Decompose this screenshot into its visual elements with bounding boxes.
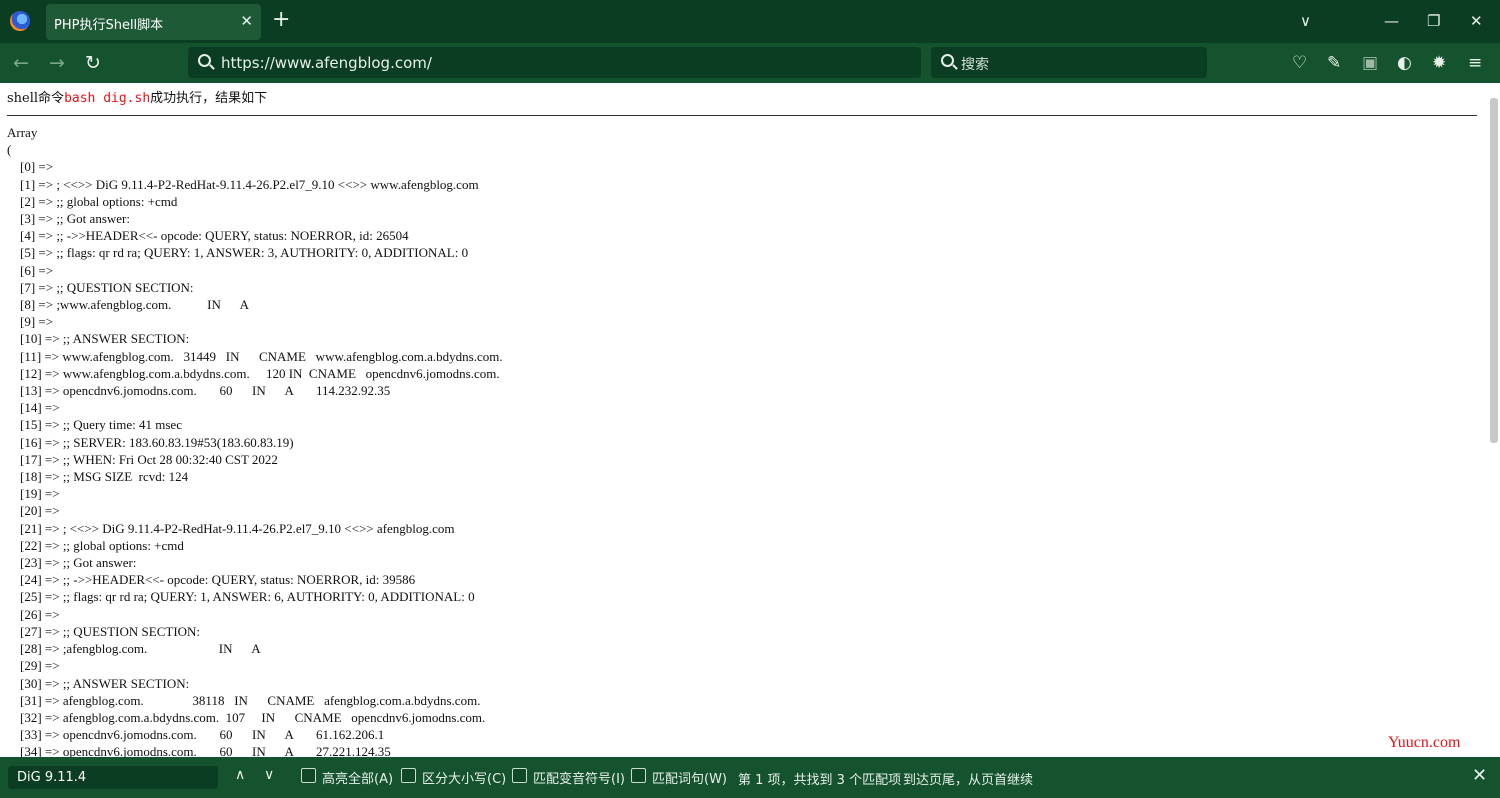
restore-button[interactable]: ❐	[1427, 12, 1440, 30]
find-next-icon[interactable]: ∨	[264, 767, 274, 783]
account-icon[interactable]: ◐	[1397, 53, 1412, 73]
watermark: Yuucn.com	[1388, 734, 1460, 752]
headline-prefix: shell命令	[7, 91, 64, 106]
find-bar: DiG 9.11.4 ∧ ∨ 高亮全部(A) 区分大小写(C) 匹配变音符号(I…	[0, 757, 1500, 798]
highlight-all-checkbox[interactable]	[301, 768, 316, 783]
find-input[interactable]: DiG 9.11.4	[8, 766, 218, 789]
whole-words-checkbox[interactable]	[631, 768, 646, 783]
tab-strip: PHP执行Shell脚本 ✕ + ∨ — ❐ ✕	[0, 0, 1500, 43]
vertical-scrollbar[interactable]	[1490, 98, 1498, 443]
match-diacritics-label[interactable]: 匹配变音符号(I)	[533, 768, 625, 787]
divider	[7, 115, 1477, 116]
tabs-list-icon[interactable]: ∨	[1300, 12, 1311, 30]
extension-icon[interactable]: ▣	[1362, 53, 1378, 73]
search-icon	[198, 54, 211, 67]
menu-icon[interactable]: ≡	[1468, 53, 1482, 73]
tab-active[interactable]: PHP执行Shell脚本 ✕	[46, 4, 261, 40]
reload-icon[interactable]: ↻	[85, 52, 101, 74]
search-input[interactable]: 搜索	[931, 47, 1207, 78]
shell-output: Array ( [0] => [1] => ; <<>> DiG 9.11.4-…	[7, 124, 1477, 761]
search-placeholder: 搜索	[961, 54, 989, 74]
find-query[interactable]: DiG 9.11.4	[17, 770, 86, 785]
url-text[interactable]: https://www.afengblog.com/	[221, 54, 432, 72]
wrench-icon[interactable]: ✎	[1327, 53, 1341, 73]
whole-words-label[interactable]: 匹配词句(W)	[652, 768, 727, 787]
new-tab-button[interactable]: +	[272, 8, 290, 32]
navigation-toolbar: ← → ↻ https://www.afengblog.com/ 搜索 ♡ ✎ …	[0, 43, 1500, 83]
settings-icon[interactable]: ✹	[1432, 53, 1446, 73]
find-wrap-notice: 到达页尾，从页首继续	[903, 769, 1033, 788]
close-window-button[interactable]: ✕	[1470, 12, 1483, 30]
firefox-logo-icon	[10, 11, 30, 31]
highlight-all-label[interactable]: 高亮全部(A)	[322, 768, 393, 787]
match-case-checkbox[interactable]	[401, 768, 416, 783]
back-icon[interactable]: ←	[13, 52, 29, 74]
find-status: 第 1 项，共找到 3 个匹配项	[738, 769, 901, 788]
tab-title: PHP执行Shell脚本	[54, 14, 163, 33]
forward-icon[interactable]: →	[49, 52, 65, 74]
match-diacritics-checkbox[interactable]	[512, 768, 527, 783]
page-body: shell命令bash dig.sh成功执行，结果如下 Array ( [0] …	[7, 90, 1477, 761]
tab-close-icon[interactable]: ✕	[240, 12, 253, 30]
page-headline: shell命令bash dig.sh成功执行，结果如下	[7, 90, 1477, 107]
page-content: shell命令bash dig.sh成功执行，结果如下 Array ( [0] …	[0, 83, 1500, 757]
address-bar[interactable]: https://www.afengblog.com/	[188, 47, 921, 78]
find-close-icon[interactable]: ✕	[1472, 765, 1487, 786]
match-case-label[interactable]: 区分大小写(C)	[422, 768, 506, 787]
minimize-button[interactable]: —	[1384, 12, 1399, 30]
pocket-icon[interactable]: ♡	[1292, 53, 1307, 73]
search-icon	[941, 54, 954, 67]
headline-command: bash dig.sh	[64, 91, 150, 106]
headline-suffix: 成功执行，结果如下	[150, 91, 267, 106]
find-previous-icon[interactable]: ∧	[235, 767, 245, 783]
